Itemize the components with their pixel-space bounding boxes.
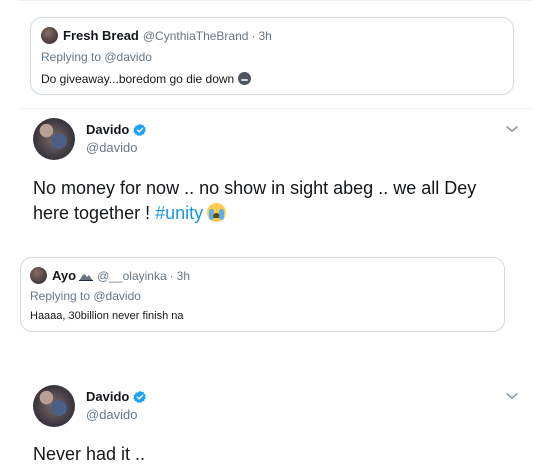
hashtag-link[interactable]: #unity [155, 203, 203, 223]
user-handle[interactable]: @davido [86, 140, 138, 155]
quoted-reply-card[interactable]: Ayo @__olayinka · 3h Replying to @davido… [20, 257, 505, 332]
display-name: Davido [86, 122, 130, 137]
replying-to[interactable]: Replying to @davido [41, 50, 152, 64]
avatar[interactable] [30, 267, 47, 284]
tweet-text: Never had it .. [33, 444, 146, 464]
quoted-reply-card[interactable]: Fresh Bread @CynthiaTheBrand · 3h Replyi… [30, 17, 514, 95]
user-name[interactable]: Davido [86, 389, 147, 404]
user-handle[interactable]: @CynthiaTheBrand [143, 29, 249, 43]
quote-header: Ayo @__olayinka · 3h [30, 267, 190, 284]
user-name[interactable]: Ayo [52, 268, 76, 283]
mountain-emoji-icon [79, 272, 94, 281]
tweet-text: No money for now .. no show in sight abe… [33, 176, 533, 226]
user-handle[interactable]: @__olayinka [97, 269, 167, 283]
user-handle[interactable]: @davido [86, 407, 138, 422]
loudly-crying-emoji-icon [207, 203, 227, 222]
user-name[interactable]: Fresh Bread [63, 28, 139, 43]
verified-badge-icon [133, 123, 147, 136]
separator-dot: · [251, 28, 256, 43]
display-name: Davido [86, 389, 130, 404]
tweet-text-line: here together ! [33, 203, 156, 223]
tweet-text-line: No money for now .. no show in sight abe… [33, 178, 477, 198]
dizzy-face-emoji-icon [238, 72, 252, 85]
separator-dot: · [169, 268, 174, 283]
avatar[interactable] [33, 118, 75, 160]
avatar[interactable] [41, 27, 58, 44]
chevron-down-icon[interactable] [505, 391, 519, 401]
replying-to[interactable]: Replying to @davido [30, 289, 141, 303]
quote-text: Do giveaway...boredom go die down [41, 72, 235, 86]
timestamp[interactable]: 3h [258, 29, 271, 43]
verified-badge-icon [133, 390, 147, 403]
chevron-down-icon[interactable] [505, 124, 519, 134]
divider [18, 0, 533, 1]
tweet[interactable]: Davido @davido Never had it .. [0, 375, 550, 472]
timestamp[interactable]: 3h [177, 269, 190, 283]
quote-text: Haaaa, 30billion never finish na [30, 310, 184, 322]
tweet[interactable]: Davido @davido No money for now .. no sh… [0, 108, 550, 238]
avatar[interactable] [33, 385, 75, 427]
user-name[interactable]: Davido [86, 122, 147, 137]
quote-header: Fresh Bread @CynthiaTheBrand · 3h [41, 27, 272, 44]
divider [18, 108, 533, 109]
